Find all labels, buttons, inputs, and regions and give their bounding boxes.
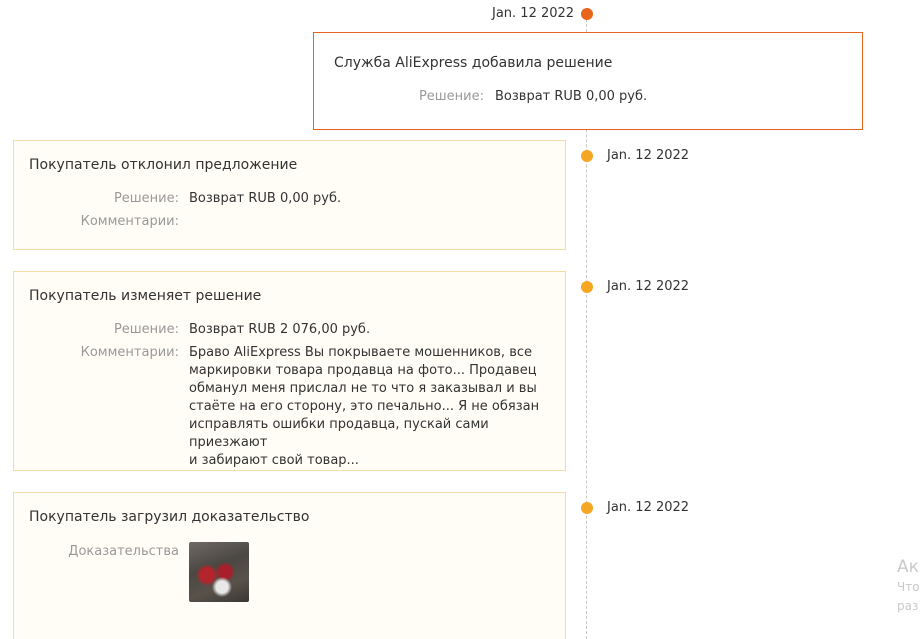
- timeline-dot: [581, 281, 593, 293]
- comment-line: обманул меня прислал не то что я заказыв…: [189, 381, 537, 396]
- event-title: Покупатель изменяет решение: [29, 288, 262, 304]
- event-title: Покупатель отклонил предложение: [29, 157, 298, 173]
- decision-row: Решение: Возврат RUB 2 076,00 руб.: [14, 321, 565, 339]
- decision-label: Решение:: [418, 89, 484, 104]
- dispute-timeline: Jan. 12 2022 Служба AliExpress добавила …: [0, 0, 921, 639]
- comment-line: маркировки товара продавца на фото... Пр…: [189, 363, 537, 378]
- event-date: Jan. 12 2022: [607, 279, 690, 294]
- decision-value: Возврат RUB 2 076,00 руб.: [189, 322, 371, 337]
- event-card-buyer-changed: Покупатель изменяет решение Решение: Воз…: [13, 271, 566, 471]
- comment-text: Браво AliExpress Вы покрываете мошеннико…: [189, 344, 559, 470]
- event-date: Jan. 12 2022: [492, 6, 575, 21]
- decision-row: Решение: Возврат RUB 0,00 руб.: [14, 190, 565, 208]
- evidence-row: Доказательства: [14, 543, 565, 561]
- event-title: Покупатель загрузил доказательство: [29, 509, 310, 525]
- timeline-dot-active: [581, 8, 593, 20]
- comment-label: Комментарии:: [80, 345, 179, 360]
- timeline-dot: [581, 150, 593, 162]
- comment-line: и забирают свой товар...: [189, 453, 359, 468]
- comment-line: исправлять ошибки продавца, пускай сами …: [189, 417, 489, 450]
- decision-label: Решение:: [113, 191, 179, 206]
- event-date: Jan. 12 2022: [607, 148, 690, 163]
- event-card-buyer-rejected: Покупатель отклонил предложение Решение:…: [13, 140, 566, 250]
- comment-row: Комментарии: Браво AliExpress Вы покрыва…: [14, 344, 565, 468]
- evidence-label: Доказательства: [68, 544, 179, 559]
- event-date: Jan. 12 2022: [607, 500, 690, 515]
- comment-line: Браво AliExpress Вы покрываете мошеннико…: [189, 345, 533, 360]
- comment-label: Комментарии:: [80, 214, 179, 229]
- event-card-buyer-evidence: Покупатель загрузил доказательство Доказ…: [13, 492, 566, 639]
- event-title: Служба AliExpress добавила решение: [334, 55, 613, 71]
- decision-value: Возврат RUB 0,00 руб.: [495, 89, 648, 104]
- activation-watermark: Ак Что раз: [897, 557, 920, 613]
- event-card-service-decision: Служба AliExpress добавила решение Решен…: [313, 32, 863, 130]
- decision-label: Решение:: [113, 322, 179, 337]
- comment-row: Комментарии:: [14, 213, 565, 231]
- timeline-dot: [581, 502, 593, 514]
- comment-line: стаёте на его сторону, это печально... Я…: [189, 399, 540, 414]
- evidence-thumbnail[interactable]: [189, 542, 249, 602]
- decision-row: Решение: Возврат RUB 0,00 руб.: [314, 88, 862, 106]
- decision-value: Возврат RUB 0,00 руб.: [189, 191, 342, 206]
